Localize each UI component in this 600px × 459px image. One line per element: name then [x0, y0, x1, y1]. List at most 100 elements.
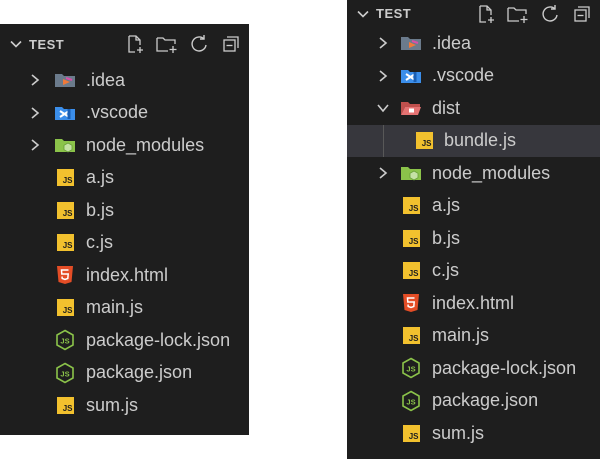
file-label: dist [432, 97, 461, 118]
file-row-bundle-js[interactable]: JS bundle.js [347, 124, 600, 157]
file-row-main-js[interactable]: JS main.js [0, 292, 249, 325]
dist-folder-open-icon [400, 97, 422, 119]
file-row-c-js[interactable]: JS c.js [0, 227, 249, 260]
file-row-main-js[interactable]: JS main.js [347, 320, 600, 353]
file-row-c-js[interactable]: JS c.js [347, 255, 600, 288]
file-row-sum-js[interactable]: JS sum.js [0, 389, 249, 422]
chevron-down-icon[interactable] [352, 3, 374, 25]
js-file-icon: JS [54, 167, 76, 189]
collapse-all-icon[interactable] [219, 32, 243, 56]
file-label: .idea [86, 69, 126, 90]
js-file-icon: JS [400, 227, 422, 249]
chevron-right-icon[interactable] [26, 136, 44, 154]
idea-folder-icon [54, 69, 76, 91]
explorer-panel-before: TEST .idea .vscode node_modules JS a.js … [0, 24, 249, 435]
file-label: b.js [86, 199, 115, 220]
new-folder-icon[interactable] [506, 2, 530, 26]
vscode-folder-icon [54, 102, 76, 124]
chevron-down-icon[interactable] [374, 99, 392, 117]
file-label: a.js [432, 195, 461, 216]
file-label: .vscode [86, 102, 149, 123]
explorer-header[interactable]: TEST [347, 0, 600, 27]
folder-row-idea[interactable]: .idea [0, 64, 249, 97]
file-label: package.json [86, 362, 193, 383]
nodejs-file-icon: JS [400, 357, 422, 379]
file-label: index.html [86, 264, 169, 285]
explorer-actions [123, 24, 243, 64]
chevron-down-icon[interactable] [5, 33, 27, 55]
file-label: bundle.js [444, 130, 517, 151]
node-folder-icon [54, 134, 76, 156]
js-file-icon: JS [54, 394, 76, 416]
file-label: node_modules [432, 162, 551, 183]
indent-guide [383, 124, 384, 157]
folder-row-idea[interactable]: .idea [347, 27, 600, 60]
chevron-right-icon[interactable] [26, 104, 44, 122]
file-row-package-lock-json[interactable]: JS package-lock.json [0, 324, 249, 357]
new-file-icon[interactable] [123, 32, 147, 56]
collapse-all-icon[interactable] [570, 2, 594, 26]
file-label: c.js [432, 260, 459, 281]
folder-row-dist[interactable]: dist [347, 92, 600, 125]
js-file-icon: JS [400, 422, 422, 444]
file-row-index-html[interactable]: index.html [347, 287, 600, 320]
file-row-sum-js[interactable]: JS sum.js [347, 417, 600, 450]
file-label: sum.js [86, 394, 139, 415]
js-file-icon: JS [54, 199, 76, 221]
chevron-right-icon[interactable] [26, 71, 44, 89]
file-label: .vscode [432, 65, 495, 86]
js-file-icon: JS [54, 232, 76, 254]
nodejs-file-icon: JS [54, 362, 76, 384]
file-row-b-js[interactable]: JS b.js [347, 222, 600, 255]
vscode-folder-icon [400, 65, 422, 87]
nodejs-file-icon: JS [54, 329, 76, 351]
file-row-package-json[interactable]: JS package.json [0, 357, 249, 390]
file-row-a-js[interactable]: JS a.js [347, 190, 600, 223]
refresh-icon[interactable] [187, 32, 211, 56]
explorer-actions [474, 0, 594, 27]
workspace-title: TEST [29, 36, 65, 52]
file-label: c.js [86, 232, 113, 253]
svg-text:JS: JS [60, 337, 69, 346]
file-label: node_modules [86, 134, 205, 155]
js-file-icon: JS [54, 297, 76, 319]
svg-text:JS: JS [406, 397, 415, 406]
svg-text:JS: JS [60, 369, 69, 378]
new-file-icon[interactable] [474, 2, 498, 26]
file-label: a.js [86, 167, 115, 188]
file-label: package-lock.json [432, 357, 577, 378]
idea-folder-icon [400, 32, 422, 54]
file-label: .idea [432, 32, 472, 53]
folder-row-vscode[interactable]: .vscode [347, 60, 600, 93]
refresh-icon[interactable] [538, 2, 562, 26]
file-label: b.js [432, 227, 461, 248]
file-label: main.js [432, 325, 490, 346]
file-row-a-js[interactable]: JS a.js [0, 162, 249, 195]
file-row-package-json[interactable]: JS package.json [347, 385, 600, 418]
folder-row-node-modules[interactable]: node_modules [347, 157, 600, 190]
folder-row-vscode[interactable]: .vscode [0, 97, 249, 130]
file-row-package-lock-json[interactable]: JS package-lock.json [347, 352, 600, 385]
file-row-index-html[interactable]: index.html [0, 259, 249, 292]
html-file-icon [54, 264, 76, 286]
new-folder-icon[interactable] [155, 32, 179, 56]
explorer-header[interactable]: TEST [0, 24, 249, 64]
js-file-icon: JS [413, 130, 435, 152]
file-label: main.js [86, 297, 144, 318]
html-file-icon [400, 292, 422, 314]
file-label: package-lock.json [86, 329, 231, 350]
js-file-icon: JS [400, 195, 422, 217]
file-row-b-js[interactable]: JS b.js [0, 194, 249, 227]
explorer-panel-after: TEST .idea .vscode dist JS bundle.js nod… [347, 0, 600, 459]
chevron-right-icon[interactable] [374, 164, 392, 182]
nodejs-file-icon: JS [400, 390, 422, 412]
file-label: index.html [432, 292, 515, 313]
chevron-right-icon[interactable] [374, 67, 392, 85]
workspace-title: TEST [376, 6, 412, 21]
js-file-icon: JS [400, 260, 422, 282]
folder-row-node-modules[interactable]: node_modules [0, 129, 249, 162]
file-label: package.json [432, 390, 539, 411]
svg-text:JS: JS [406, 365, 415, 374]
js-file-icon: JS [400, 325, 422, 347]
chevron-right-icon[interactable] [374, 34, 392, 52]
